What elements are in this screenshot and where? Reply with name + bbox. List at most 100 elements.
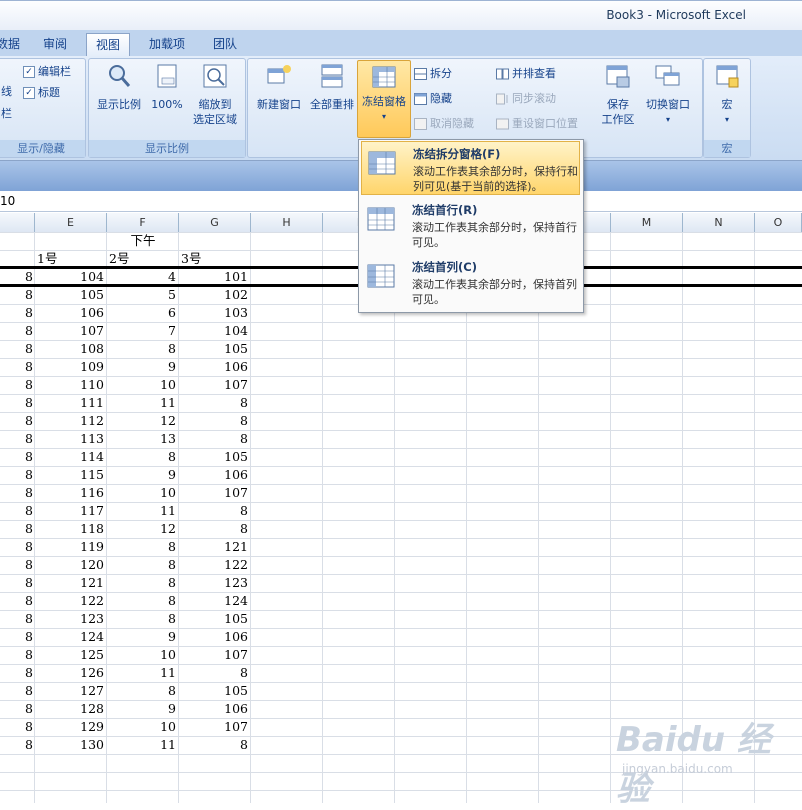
cell-f[interactable]: 8 <box>107 340 176 358</box>
macros-button[interactable]: 宏 ▾ <box>708 63 746 127</box>
cell-e[interactable]: 113 <box>35 430 104 448</box>
cell-f[interactable]: 8 <box>107 682 176 700</box>
cell-f[interactable]: 8 <box>107 574 176 592</box>
cell-e[interactable]: 106 <box>35 304 104 322</box>
cell-d[interactable]: 8 <box>0 340 33 358</box>
zoom-button[interactable]: 显示比例 <box>93 63 145 112</box>
cell-e[interactable]: 108 <box>35 340 104 358</box>
cell-g[interactable]: 8 <box>179 502 248 520</box>
cell-d[interactable]: 8 <box>0 304 33 322</box>
cell-e[interactable]: 129 <box>35 718 104 736</box>
cell-e[interactable]: 119 <box>35 538 104 556</box>
cell-d[interactable]: 8 <box>0 448 33 466</box>
sync-scroll-button[interactable]: 同步滚动 <box>496 90 556 108</box>
cell-d[interactable]: 8 <box>0 682 33 700</box>
cell-g[interactable]: 107 <box>179 646 248 664</box>
tab-data[interactable]: 数据 <box>0 33 22 56</box>
cell-g[interactable]: 104 <box>179 322 248 340</box>
cell-g[interactable]: 8 <box>179 394 248 412</box>
cell-e[interactable]: 122 <box>35 592 104 610</box>
cell-d[interactable]: 8 <box>0 556 33 574</box>
hide-button[interactable]: 隐藏 <box>414 90 452 108</box>
cell-f[interactable]: 9 <box>107 628 176 646</box>
cell-g[interactable]: 105 <box>179 340 248 358</box>
cell-g[interactable]: 106 <box>179 628 248 646</box>
cell-e[interactable]: 123 <box>35 610 104 628</box>
cell-e[interactable]: 107 <box>35 322 104 340</box>
cell-d[interactable]: 8 <box>0 268 33 286</box>
cell-d[interactable]: 8 <box>0 376 33 394</box>
cell-d[interactable]: 8 <box>0 286 33 304</box>
cell-d[interactable]: 8 <box>0 718 33 736</box>
cell-f[interactable]: 8 <box>107 538 176 556</box>
tab-team[interactable]: 团队 <box>204 33 246 56</box>
cell-g[interactable]: 107 <box>179 376 248 394</box>
cell-f[interactable]: 12 <box>107 520 176 538</box>
cell-f[interactable]: 11 <box>107 502 176 520</box>
cell-d[interactable]: 8 <box>0 358 33 376</box>
headings-checkbox[interactable]: ✓ 标题 <box>23 84 60 102</box>
cell-g[interactable]: 106 <box>179 466 248 484</box>
cell-e[interactable]: 124 <box>35 628 104 646</box>
column-header-blank[interactable] <box>0 213 35 232</box>
cell-d[interactable]: 8 <box>0 394 33 412</box>
cell-f[interactable]: 11 <box>107 394 176 412</box>
cell-g[interactable]: 122 <box>179 556 248 574</box>
cell-f[interactable]: 12 <box>107 412 176 430</box>
tab-review[interactable]: 审阅 <box>34 33 76 56</box>
cell-f[interactable]: 9 <box>107 466 176 484</box>
cell-d[interactable]: 8 <box>0 592 33 610</box>
zoom-100-button[interactable]: 100% <box>147 63 187 112</box>
arrange-all-button[interactable]: 全部重排 <box>306 63 358 112</box>
cell-e[interactable]: 110 <box>35 376 104 394</box>
side-by-side-button[interactable]: 并排查看 <box>496 65 556 83</box>
cell-d[interactable]: 8 <box>0 574 33 592</box>
cell-d[interactable]: 8 <box>0 700 33 718</box>
cell-e[interactable]: 118 <box>35 520 104 538</box>
cell-g[interactable]: 8 <box>179 412 248 430</box>
cell-d[interactable]: 8 <box>0 628 33 646</box>
cell-g[interactable]: 105 <box>179 448 248 466</box>
cell-f[interactable]: 4 <box>107 268 176 286</box>
column-header-o[interactable]: O <box>755 213 802 232</box>
cell-g[interactable]: 121 <box>179 538 248 556</box>
tab-addins[interactable]: 加载项 <box>140 33 194 56</box>
cell-f[interactable]: 8 <box>107 448 176 466</box>
cell-f[interactable]: 9 <box>107 700 176 718</box>
cell-g[interactable]: 123 <box>179 574 248 592</box>
menu-item-freeze-panes[interactable]: 冻结拆分窗格(F) 滚动工作表其余部分时，保持行和列可见(基于当前的选择)。 <box>361 141 580 195</box>
column-header-g[interactable]: G <box>179 213 251 232</box>
cell-g[interactable]: 105 <box>179 610 248 628</box>
cell-e[interactable]: 112 <box>35 412 104 430</box>
merged-header-afternoon[interactable]: 下午 <box>107 232 179 250</box>
cell-g[interactable]: 103 <box>179 304 248 322</box>
cell-e[interactable]: 116 <box>35 484 104 502</box>
column-header-n[interactable]: N <box>683 213 755 232</box>
cell-f[interactable]: 13 <box>107 430 176 448</box>
cell-g[interactable]: 102 <box>179 286 248 304</box>
cell-f[interactable]: 8 <box>107 610 176 628</box>
cell-d[interactable]: 8 <box>0 610 33 628</box>
cell-e[interactable]: 111 <box>35 394 104 412</box>
column-header-m[interactable]: M <box>611 213 683 232</box>
name-box[interactable]: 10 <box>0 194 15 208</box>
cell-e[interactable]: 126 <box>35 664 104 682</box>
menu-item-freeze-top-row[interactable]: 冻结首行(R) 滚动工作表其余部分时，保持首行可见。 <box>361 198 580 252</box>
cell-e[interactable]: 115 <box>35 466 104 484</box>
cell-e[interactable]: 117 <box>35 502 104 520</box>
split-button[interactable]: 拆分 <box>414 65 452 83</box>
cell-g[interactable]: 8 <box>179 430 248 448</box>
tab-view[interactable]: 视图 <box>86 33 130 57</box>
cell-e[interactable]: 109 <box>35 358 104 376</box>
cell-d[interactable]: 8 <box>0 520 33 538</box>
column-header-f[interactable]: F <box>107 213 179 232</box>
formula-bar-checkbox[interactable]: ✓ 编辑栏 <box>23 63 71 81</box>
cell-g[interactable]: 107 <box>179 484 248 502</box>
cell-d[interactable]: 8 <box>0 322 33 340</box>
cell-d[interactable]: 8 <box>0 538 33 556</box>
cell-g[interactable]: 8 <box>179 736 248 754</box>
freeze-panes-active[interactable]: 冻结窗格 ▾ <box>358 64 410 124</box>
cell-g[interactable]: 8 <box>179 664 248 682</box>
save-workspace-button[interactable]: 保存 工作区 <box>596 63 640 127</box>
cell-d[interactable]: 8 <box>0 430 33 448</box>
